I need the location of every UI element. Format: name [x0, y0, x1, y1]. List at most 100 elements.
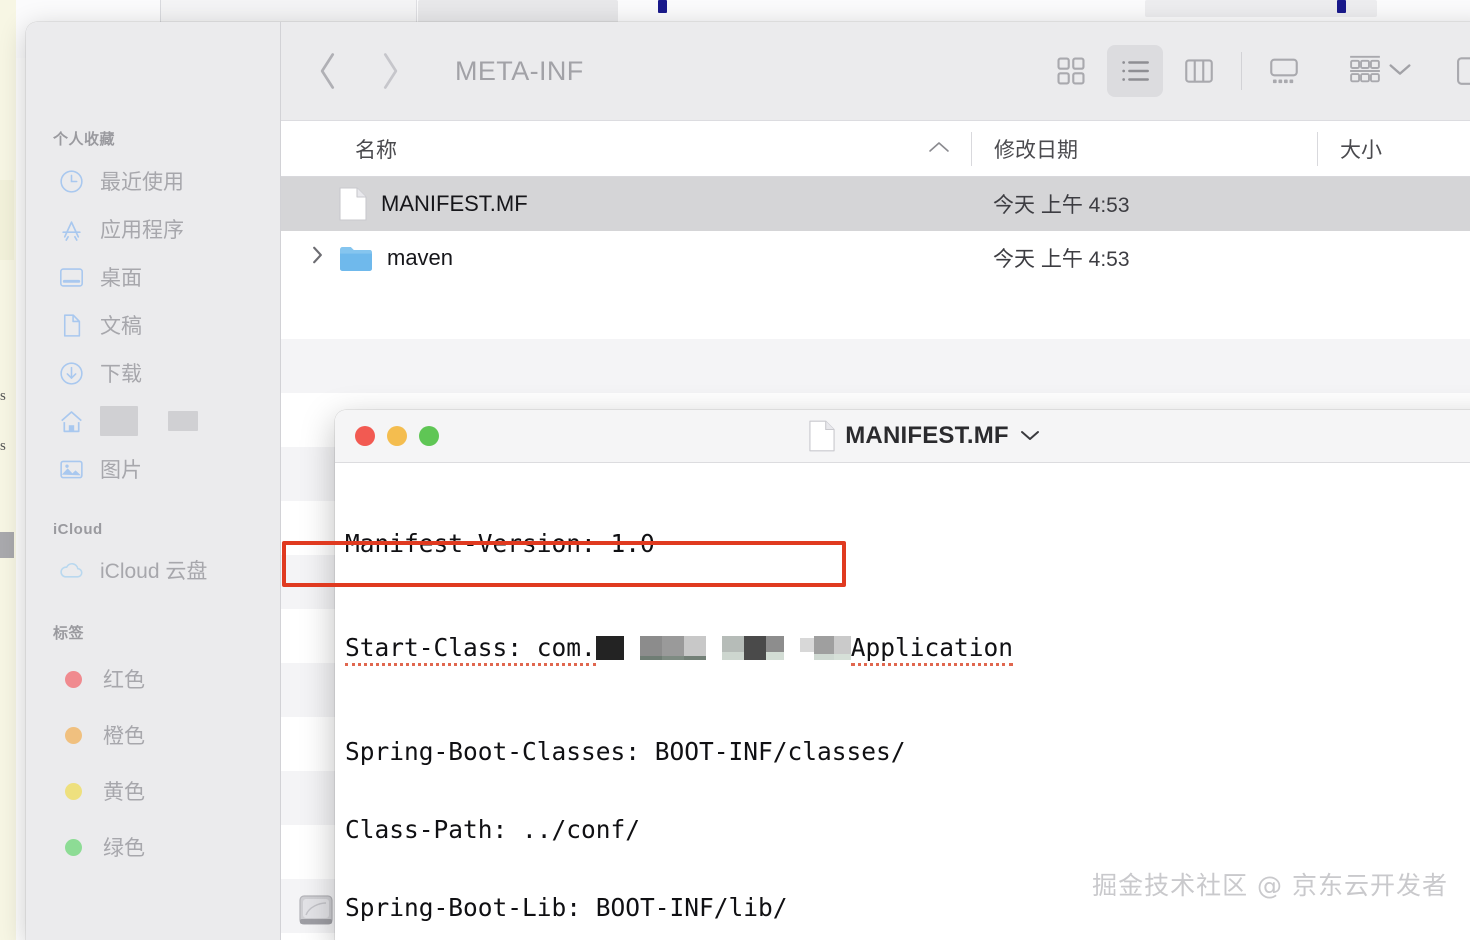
close-button[interactable]	[355, 426, 375, 446]
sidebar-section-tags-title: 标签	[53, 625, 85, 642]
column-header-name-label: 名称	[355, 138, 397, 162]
sidebar-item-label: 黄色	[103, 781, 145, 804]
redaction-mosaic	[595, 636, 851, 660]
sidebar-tag-yellow[interactable]: 黄色	[26, 763, 280, 819]
tag-dot-yellow	[65, 782, 82, 800]
sidebar-section-icloud-title: iCloud	[53, 521, 103, 538]
sidebar-item-label: 红色	[103, 669, 145, 692]
textedit-titlebar[interactable]: MANIFEST.MF	[335, 410, 1470, 463]
group-by-control[interactable]	[1346, 52, 1414, 91]
sidebar-item-label: 绿色	[103, 837, 145, 860]
back-button[interactable]	[309, 51, 347, 91]
sidebar-item-label: 桌面	[100, 267, 142, 290]
navigation-buttons	[309, 51, 409, 91]
sidebar-item-applications[interactable]: 应用程序	[26, 205, 280, 253]
column-header-name[interactable]: 名称	[281, 134, 971, 164]
zoom-button[interactable]	[419, 426, 439, 446]
window-controls	[355, 426, 439, 446]
file-name: maven	[387, 245, 454, 270]
file-date: 今天 上午 4:53	[993, 248, 1130, 271]
chevron-down-icon	[1386, 59, 1414, 84]
column-headers: 名称 修改日期 大小	[281, 121, 1470, 177]
sidebar-tag-green[interactable]: 绿色	[26, 819, 280, 875]
finder-sidebar: 个人收藏 最近使用 应用程序 桌面 文稿 下载 图片 iCloud iCloud…	[26, 22, 281, 940]
document-icon	[58, 312, 85, 339]
gallery-view-button[interactable]	[1256, 45, 1312, 97]
sidebar-item-label: 图片	[100, 459, 142, 482]
icon-view-button[interactable]	[1043, 45, 1099, 97]
textedit-filename: MANIFEST.MF	[845, 422, 1009, 449]
table-row-empty	[281, 285, 1470, 339]
sidebar-item-label: 最近使用	[100, 171, 184, 194]
sidebar-item-label: iCloud 云盘	[100, 560, 208, 583]
pictures-icon	[58, 456, 85, 483]
sidebar-item-pictures[interactable]: 图片	[26, 445, 280, 493]
document-icon	[809, 420, 835, 452]
manifest-line-highlighted: Class-Path: ../conf/	[345, 815, 641, 844]
sidebar-item-desktop[interactable]: 桌面	[26, 253, 280, 301]
sidebar-item-label: 下载	[100, 363, 142, 386]
download-icon	[58, 360, 85, 387]
view-controls	[1039, 45, 1470, 97]
background-left-selection	[0, 532, 14, 558]
column-header-size[interactable]: 大小	[1318, 134, 1382, 164]
file-name-cell: MANIFEST.MF	[331, 187, 971, 221]
background-left-text: s	[0, 388, 6, 404]
desktop-icon	[58, 264, 85, 291]
file-date: 今天 上午 4:53	[993, 194, 1130, 217]
finder-toolbar: META-INF	[281, 22, 1470, 121]
manifest-line: Manifest-Version: 1.0	[345, 529, 655, 558]
table-row-empty	[281, 339, 1470, 393]
watermark: 掘金技术社区 @ 京东云开发者	[1092, 871, 1448, 900]
background-left-text: s	[0, 438, 6, 454]
disclosure-triangle-icon[interactable]	[303, 245, 331, 271]
home-icon	[58, 408, 85, 435]
sidebar-item-label-redacted	[100, 406, 198, 436]
sidebar-item-downloads[interactable]: 下载	[26, 349, 280, 397]
sidebar-item-icloud-drive[interactable]: iCloud 云盘	[26, 546, 280, 594]
textedit-title: MANIFEST.MF	[335, 420, 1470, 452]
background-marker	[1337, 0, 1346, 13]
chevron-down-icon[interactable]	[1019, 426, 1041, 447]
file-name-cell: maven	[331, 245, 971, 272]
page-title: META-INF	[455, 55, 584, 86]
hard-drive-icon[interactable]	[298, 893, 334, 932]
textedit-window[interactable]: MANIFEST.MF Manifest-Version: 1.0 Start-…	[335, 410, 1470, 940]
forward-button[interactable]	[371, 51, 409, 91]
sidebar-section-favorites-title: 个人收藏	[53, 131, 116, 148]
background-divider	[160, 0, 161, 24]
clock-icon	[58, 168, 85, 195]
table-row[interactable]: MANIFEST.MF 今天 上午 4:53	[281, 177, 1470, 231]
manifest-line-redacted: Start-Class: com. Application	[345, 633, 1470, 666]
sidebar-item-label: 应用程序	[100, 219, 184, 242]
document-icon	[339, 187, 367, 221]
tag-dot-orange	[65, 726, 82, 744]
sidebar-item-documents[interactable]: 文稿	[26, 301, 280, 349]
sidebar-item-home[interactable]	[26, 397, 280, 445]
group-by-icon	[1346, 52, 1384, 91]
column-header-date[interactable]: 修改日期	[972, 134, 1317, 164]
sidebar-item-recents[interactable]: 最近使用	[26, 157, 280, 205]
background-window-left-accent	[0, 180, 14, 260]
folder-icon	[340, 246, 373, 271]
tag-dot-green	[65, 838, 82, 856]
background-window-left	[0, 0, 16, 940]
list-view-button[interactable]	[1107, 45, 1163, 97]
toolbar-divider	[1241, 52, 1242, 90]
table-row[interactable]: maven 今天 上午 4:53	[281, 231, 1470, 285]
minimize-button[interactable]	[387, 426, 407, 446]
file-name: MANIFEST.MF	[381, 191, 528, 216]
sidebar-tag-orange[interactable]: 橙色	[26, 707, 280, 763]
applications-icon	[58, 216, 85, 243]
tag-dot-red	[65, 670, 82, 688]
background-marker	[658, 0, 667, 13]
sidebar-tag-red[interactable]: 红色	[26, 651, 280, 707]
column-view-button[interactable]	[1171, 45, 1227, 97]
sort-ascending-icon	[927, 139, 971, 159]
sidebar-item-label: 文稿	[100, 315, 142, 338]
sidebar-item-label: 橙色	[103, 725, 145, 748]
cloud-icon	[58, 557, 85, 584]
screen: s s 个人收藏 最近使用 应用程序 桌面 文稿 下载 图片 iCloud iC…	[0, 0, 1470, 940]
action-button[interactable]	[1440, 45, 1470, 97]
manifest-line: Spring-Boot-Classes: BOOT-INF/classes/	[345, 737, 906, 766]
